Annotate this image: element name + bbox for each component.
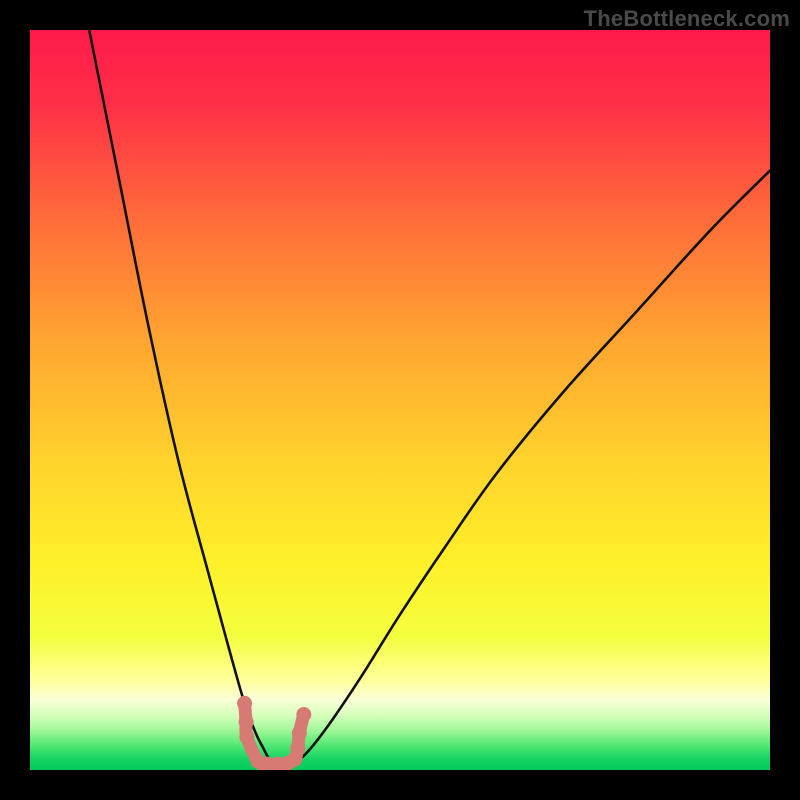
bottleneck-curve-chart [30, 30, 770, 770]
trough-marker [239, 729, 254, 744]
trough-marker [237, 696, 252, 711]
trough-marker [239, 714, 254, 729]
plot-area [30, 30, 770, 770]
trough-marker [292, 726, 307, 741]
trough-marker [290, 740, 305, 755]
trough-marker [296, 707, 311, 722]
attribution-watermark: TheBottleneck.com [584, 6, 790, 32]
gradient-background [30, 30, 770, 770]
chart-stage: TheBottleneck.com [0, 0, 800, 800]
